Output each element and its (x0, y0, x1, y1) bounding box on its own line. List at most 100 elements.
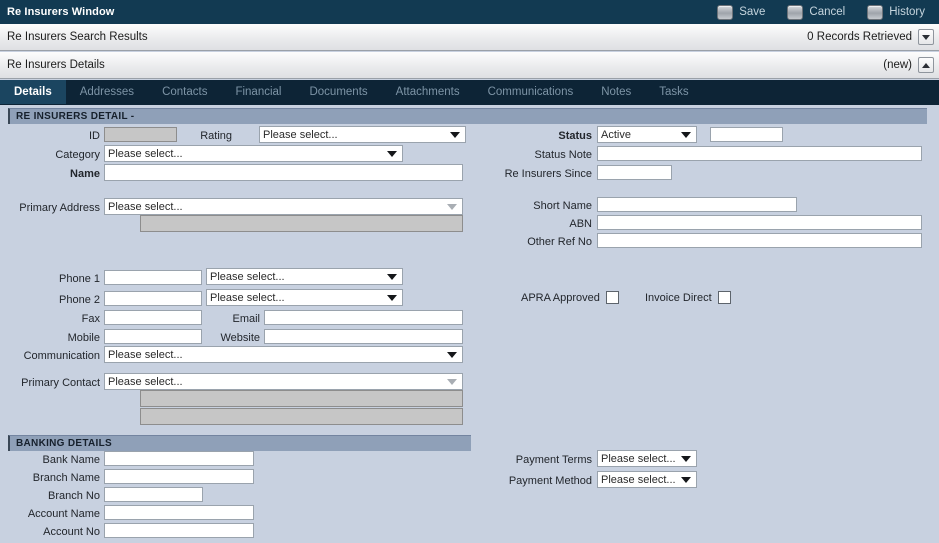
communication-select-value: Please select... (108, 348, 183, 361)
email-field[interactable] (264, 310, 463, 325)
chevron-down-icon[interactable] (918, 29, 934, 45)
communication-select[interactable]: Please select... (104, 346, 463, 363)
chevron-down-icon (447, 203, 457, 210)
account-no-label: Account No (43, 526, 100, 538)
titlebar-actions: Save Cancel History (717, 4, 939, 20)
category-select-value: Please select... (108, 147, 183, 160)
tab-tasks[interactable]: Tasks (645, 80, 702, 104)
invoice-direct-checkbox-group[interactable]: Invoice Direct (645, 291, 731, 304)
phone1-field[interactable] (104, 270, 202, 285)
id-label: ID (89, 130, 100, 142)
phone1-type-select[interactable]: Please select... (206, 268, 403, 285)
rating-select[interactable]: Please select... (259, 126, 466, 143)
website-label: Website (220, 332, 260, 344)
status-extra-field[interactable] (710, 127, 783, 142)
tab-bar: Details Addresses Contacts Financial Doc… (0, 80, 939, 104)
category-label: Category (55, 149, 100, 161)
apra-approved-checkbox-group[interactable]: APRA Approved (521, 291, 619, 304)
details-form: RE INSURERS DETAIL - ID Rating Please se… (0, 104, 939, 543)
phone2-type-select[interactable]: Please select... (206, 289, 403, 306)
primary-address-detail-field (140, 215, 463, 232)
primary-address-label: Primary Address (19, 202, 100, 214)
chevron-down-icon (681, 476, 691, 483)
status-note-field[interactable] (597, 146, 922, 161)
status-note-label: Status Note (534, 149, 592, 161)
tab-financial[interactable]: Financial (221, 80, 295, 104)
chevron-down-icon (450, 131, 460, 138)
communication-label: Communication (23, 350, 100, 362)
search-results-title: Re Insurers Search Results (7, 31, 148, 43)
section-header-re-insurers-detail-label: RE INSURERS DETAIL - (16, 111, 135, 122)
chevron-down-icon (681, 131, 691, 138)
details-band[interactable]: Re Insurers Details (new) (0, 52, 939, 79)
apra-approved-checkbox[interactable] (605, 291, 619, 304)
primary-contact-select-value: Please select... (108, 375, 183, 388)
window-titlebar: Re Insurers Window Save Cancel History (0, 0, 939, 24)
tab-details[interactable]: Details (0, 80, 66, 104)
account-name-field[interactable] (104, 505, 254, 520)
branch-no-field[interactable] (104, 487, 203, 502)
fax-field[interactable] (104, 310, 202, 325)
tab-attachments[interactable]: Attachments (382, 80, 474, 104)
history-button[interactable]: History (867, 4, 925, 20)
phone2-field[interactable] (104, 291, 202, 306)
website-field[interactable] (264, 329, 463, 344)
other-ref-no-field[interactable] (597, 233, 922, 248)
chevron-down-icon (387, 294, 397, 301)
chevron-down-icon (681, 455, 691, 462)
phone2-type-select-value: Please select... (210, 291, 285, 304)
abn-field[interactable] (597, 215, 922, 230)
primary-address-select[interactable]: Please select... (104, 198, 463, 215)
status-select-value: Active (601, 128, 631, 141)
tab-documents[interactable]: Documents (295, 80, 381, 104)
re-insurers-since-field[interactable] (597, 165, 672, 180)
bank-name-field[interactable] (104, 451, 254, 466)
account-no-field[interactable] (104, 523, 254, 538)
tab-addresses[interactable]: Addresses (66, 80, 148, 104)
section-header-banking-details: BANKING DETAILS (8, 435, 471, 451)
status-select[interactable]: Active (597, 126, 697, 143)
payment-method-select-value: Please select... (601, 473, 676, 486)
mobile-field[interactable] (104, 329, 202, 344)
payment-method-select[interactable]: Please select... (597, 471, 697, 488)
chevron-up-icon[interactable] (918, 57, 934, 73)
name-field[interactable] (104, 164, 463, 181)
payment-terms-label: Payment Terms (515, 454, 592, 466)
other-ref-no-label: Other Ref No (527, 236, 592, 248)
primary-contact-select[interactable]: Please select... (104, 373, 463, 390)
chevron-down-icon (387, 150, 397, 157)
short-name-label: Short Name (533, 200, 592, 212)
chevron-down-icon (447, 378, 457, 385)
re-insurers-since-label: Re Insurers Since (504, 168, 592, 180)
section-header-banking-details-label: BANKING DETAILS (16, 438, 112, 449)
details-band-title: Re Insurers Details (7, 59, 105, 71)
invoice-direct-label: Invoice Direct (645, 291, 712, 304)
payment-terms-select-value: Please select... (601, 452, 676, 465)
short-name-field[interactable] (597, 197, 797, 212)
tab-contacts[interactable]: Contacts (148, 80, 221, 104)
name-label: Name (70, 168, 100, 180)
status-label: Status (558, 130, 592, 142)
branch-name-field[interactable] (104, 469, 254, 484)
chevron-down-icon (447, 351, 457, 358)
rating-label: Rating (200, 130, 232, 142)
tab-communications[interactable]: Communications (474, 80, 588, 104)
cancel-button[interactable]: Cancel (787, 4, 845, 20)
rating-select-value: Please select... (263, 128, 338, 141)
primary-contact-label: Primary Contact (21, 377, 100, 389)
email-label: Email (232, 313, 260, 325)
category-select[interactable]: Please select... (104, 145, 403, 162)
section-header-re-insurers-detail: RE INSURERS DETAIL - (8, 108, 927, 124)
payment-terms-select[interactable]: Please select... (597, 450, 697, 467)
chevron-down-icon (387, 273, 397, 280)
history-icon (867, 4, 884, 20)
branch-no-label: Branch No (48, 490, 100, 502)
search-results-band-right: 0 Records Retrieved (807, 29, 939, 45)
abn-label: ABN (569, 218, 592, 230)
tab-notes[interactable]: Notes (587, 80, 645, 104)
save-button[interactable]: Save (717, 4, 765, 20)
bank-name-label: Bank Name (42, 454, 100, 466)
invoice-direct-checkbox[interactable] (717, 291, 731, 304)
account-name-label: Account Name (27, 508, 100, 520)
search-results-band[interactable]: Re Insurers Search Results 0 Records Ret… (0, 24, 939, 51)
